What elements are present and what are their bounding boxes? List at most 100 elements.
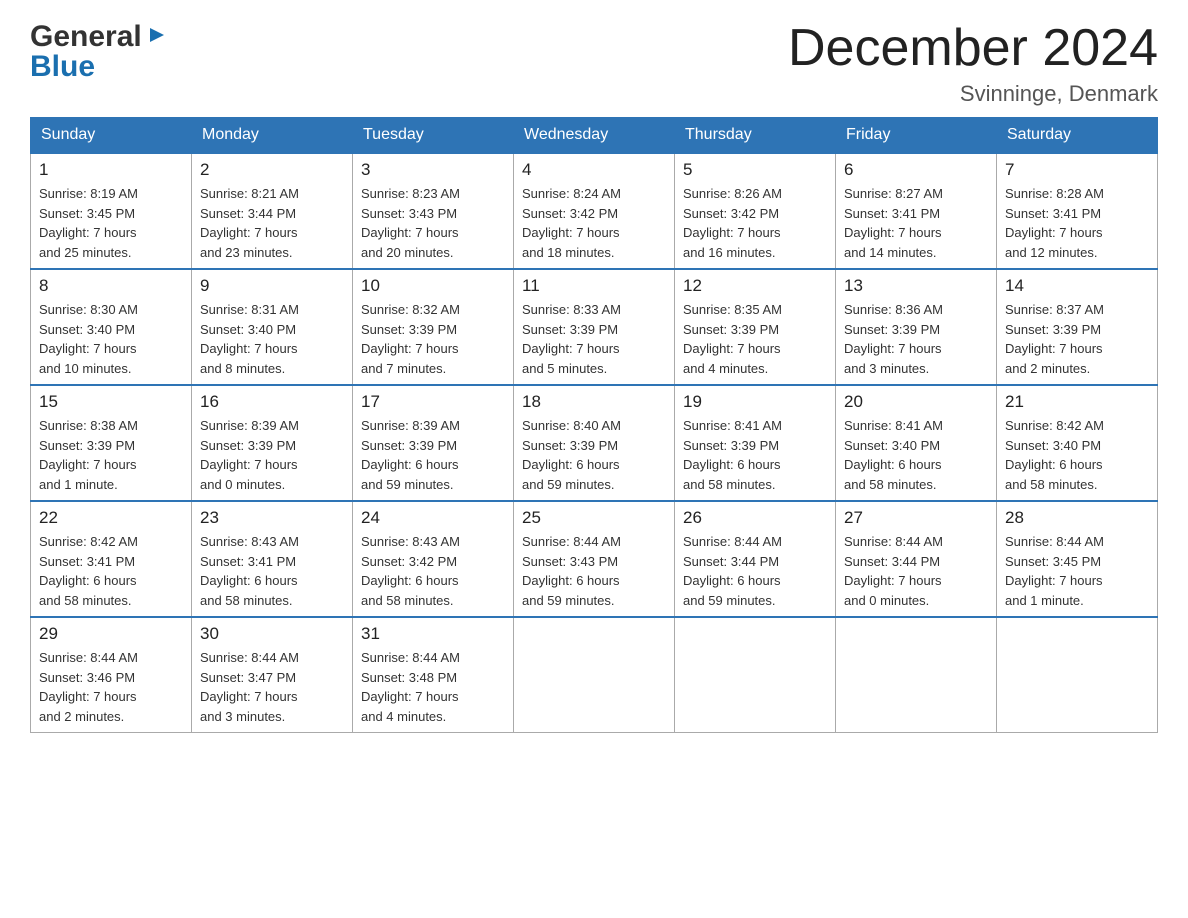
- day-number: 28: [1005, 508, 1149, 528]
- day-info: Sunrise: 8:21 AM Sunset: 3:44 PM Dayligh…: [200, 184, 344, 262]
- logo: General Blue: [30, 20, 166, 84]
- day-number: 20: [844, 392, 988, 412]
- week-row-3: 15 Sunrise: 8:38 AM Sunset: 3:39 PM Dayl…: [31, 385, 1158, 501]
- day-info: Sunrise: 8:23 AM Sunset: 3:43 PM Dayligh…: [361, 184, 505, 262]
- day-number: 24: [361, 508, 505, 528]
- calendar-cell: 23 Sunrise: 8:43 AM Sunset: 3:41 PM Dayl…: [192, 501, 353, 617]
- calendar-cell: 26 Sunrise: 8:44 AM Sunset: 3:44 PM Dayl…: [675, 501, 836, 617]
- day-number: 15: [39, 392, 183, 412]
- weekday-header-row: Sunday Monday Tuesday Wednesday Thursday…: [31, 118, 1158, 154]
- day-number: 23: [200, 508, 344, 528]
- header-tuesday: Tuesday: [353, 118, 514, 154]
- day-info: Sunrise: 8:32 AM Sunset: 3:39 PM Dayligh…: [361, 300, 505, 378]
- calendar-cell: 18 Sunrise: 8:40 AM Sunset: 3:39 PM Dayl…: [514, 385, 675, 501]
- day-info: Sunrise: 8:37 AM Sunset: 3:39 PM Dayligh…: [1005, 300, 1149, 378]
- day-number: 2: [200, 160, 344, 180]
- day-number: 18: [522, 392, 666, 412]
- calendar-cell: 19 Sunrise: 8:41 AM Sunset: 3:39 PM Dayl…: [675, 385, 836, 501]
- calendar-cell: 12 Sunrise: 8:35 AM Sunset: 3:39 PM Dayl…: [675, 269, 836, 385]
- week-row-4: 22 Sunrise: 8:42 AM Sunset: 3:41 PM Dayl…: [31, 501, 1158, 617]
- header-thursday: Thursday: [675, 118, 836, 154]
- day-number: 7: [1005, 160, 1149, 180]
- day-info: Sunrise: 8:24 AM Sunset: 3:42 PM Dayligh…: [522, 184, 666, 262]
- day-info: Sunrise: 8:38 AM Sunset: 3:39 PM Dayligh…: [39, 416, 183, 494]
- day-info: Sunrise: 8:28 AM Sunset: 3:41 PM Dayligh…: [1005, 184, 1149, 262]
- calendar-cell: 21 Sunrise: 8:42 AM Sunset: 3:40 PM Dayl…: [997, 385, 1158, 501]
- calendar-cell: [514, 617, 675, 733]
- header-monday: Monday: [192, 118, 353, 154]
- calendar-cell: 17 Sunrise: 8:39 AM Sunset: 3:39 PM Dayl…: [353, 385, 514, 501]
- calendar-cell: 28 Sunrise: 8:44 AM Sunset: 3:45 PM Dayl…: [997, 501, 1158, 617]
- day-info: Sunrise: 8:44 AM Sunset: 3:44 PM Dayligh…: [683, 532, 827, 610]
- day-info: Sunrise: 8:41 AM Sunset: 3:40 PM Dayligh…: [844, 416, 988, 494]
- calendar-title: December 2024: [788, 20, 1158, 77]
- day-info: Sunrise: 8:44 AM Sunset: 3:45 PM Dayligh…: [1005, 532, 1149, 610]
- calendar-cell: 4 Sunrise: 8:24 AM Sunset: 3:42 PM Dayli…: [514, 153, 675, 269]
- calendar-cell: 25 Sunrise: 8:44 AM Sunset: 3:43 PM Dayl…: [514, 501, 675, 617]
- calendar-cell: 27 Sunrise: 8:44 AM Sunset: 3:44 PM Dayl…: [836, 501, 997, 617]
- calendar-cell: [997, 617, 1158, 733]
- day-info: Sunrise: 8:42 AM Sunset: 3:41 PM Dayligh…: [39, 532, 183, 610]
- day-info: Sunrise: 8:43 AM Sunset: 3:42 PM Dayligh…: [361, 532, 505, 610]
- day-info: Sunrise: 8:30 AM Sunset: 3:40 PM Dayligh…: [39, 300, 183, 378]
- day-number: 9: [200, 276, 344, 296]
- day-number: 1: [39, 160, 183, 180]
- day-number: 27: [844, 508, 988, 528]
- header-wednesday: Wednesday: [514, 118, 675, 154]
- day-info: Sunrise: 8:39 AM Sunset: 3:39 PM Dayligh…: [361, 416, 505, 494]
- calendar-cell: 13 Sunrise: 8:36 AM Sunset: 3:39 PM Dayl…: [836, 269, 997, 385]
- calendar-cell: 14 Sunrise: 8:37 AM Sunset: 3:39 PM Dayl…: [997, 269, 1158, 385]
- day-info: Sunrise: 8:44 AM Sunset: 3:47 PM Dayligh…: [200, 648, 344, 726]
- day-number: 4: [522, 160, 666, 180]
- day-number: 17: [361, 392, 505, 412]
- day-info: Sunrise: 8:44 AM Sunset: 3:43 PM Dayligh…: [522, 532, 666, 610]
- day-number: 30: [200, 624, 344, 644]
- header-friday: Friday: [836, 118, 997, 154]
- day-info: Sunrise: 8:44 AM Sunset: 3:48 PM Dayligh…: [361, 648, 505, 726]
- day-info: Sunrise: 8:19 AM Sunset: 3:45 PM Dayligh…: [39, 184, 183, 262]
- logo-blue-text: Blue: [30, 50, 95, 84]
- day-number: 26: [683, 508, 827, 528]
- day-info: Sunrise: 8:44 AM Sunset: 3:44 PM Dayligh…: [844, 532, 988, 610]
- calendar-cell: 16 Sunrise: 8:39 AM Sunset: 3:39 PM Dayl…: [192, 385, 353, 501]
- calendar-cell: 7 Sunrise: 8:28 AM Sunset: 3:41 PM Dayli…: [997, 153, 1158, 269]
- calendar-cell: 24 Sunrise: 8:43 AM Sunset: 3:42 PM Dayl…: [353, 501, 514, 617]
- title-section: December 2024 Svinninge, Denmark: [788, 20, 1158, 107]
- calendar-cell: 3 Sunrise: 8:23 AM Sunset: 3:43 PM Dayli…: [353, 153, 514, 269]
- day-info: Sunrise: 8:40 AM Sunset: 3:39 PM Dayligh…: [522, 416, 666, 494]
- header-saturday: Saturday: [997, 118, 1158, 154]
- day-info: Sunrise: 8:26 AM Sunset: 3:42 PM Dayligh…: [683, 184, 827, 262]
- calendar-cell: 2 Sunrise: 8:21 AM Sunset: 3:44 PM Dayli…: [192, 153, 353, 269]
- day-info: Sunrise: 8:27 AM Sunset: 3:41 PM Dayligh…: [844, 184, 988, 262]
- day-number: 21: [1005, 392, 1149, 412]
- day-number: 13: [844, 276, 988, 296]
- calendar-cell: 22 Sunrise: 8:42 AM Sunset: 3:41 PM Dayl…: [31, 501, 192, 617]
- day-info: Sunrise: 8:43 AM Sunset: 3:41 PM Dayligh…: [200, 532, 344, 610]
- day-info: Sunrise: 8:33 AM Sunset: 3:39 PM Dayligh…: [522, 300, 666, 378]
- calendar-cell: 5 Sunrise: 8:26 AM Sunset: 3:42 PM Dayli…: [675, 153, 836, 269]
- logo-general-text: General: [30, 20, 142, 54]
- day-number: 11: [522, 276, 666, 296]
- calendar-cell: 29 Sunrise: 8:44 AM Sunset: 3:46 PM Dayl…: [31, 617, 192, 733]
- day-number: 3: [361, 160, 505, 180]
- calendar-cell: 1 Sunrise: 8:19 AM Sunset: 3:45 PM Dayli…: [31, 153, 192, 269]
- day-number: 25: [522, 508, 666, 528]
- day-info: Sunrise: 8:39 AM Sunset: 3:39 PM Dayligh…: [200, 416, 344, 494]
- day-info: Sunrise: 8:44 AM Sunset: 3:46 PM Dayligh…: [39, 648, 183, 726]
- week-row-1: 1 Sunrise: 8:19 AM Sunset: 3:45 PM Dayli…: [31, 153, 1158, 269]
- calendar-cell: 9 Sunrise: 8:31 AM Sunset: 3:40 PM Dayli…: [192, 269, 353, 385]
- calendar-cell: 20 Sunrise: 8:41 AM Sunset: 3:40 PM Dayl…: [836, 385, 997, 501]
- calendar-cell: 6 Sunrise: 8:27 AM Sunset: 3:41 PM Dayli…: [836, 153, 997, 269]
- day-number: 29: [39, 624, 183, 644]
- calendar-subtitle: Svinninge, Denmark: [788, 81, 1158, 107]
- day-number: 5: [683, 160, 827, 180]
- day-number: 19: [683, 392, 827, 412]
- day-number: 16: [200, 392, 344, 412]
- day-number: 31: [361, 624, 505, 644]
- week-row-5: 29 Sunrise: 8:44 AM Sunset: 3:46 PM Dayl…: [31, 617, 1158, 733]
- day-number: 8: [39, 276, 183, 296]
- calendar-cell: [675, 617, 836, 733]
- calendar-cell: 10 Sunrise: 8:32 AM Sunset: 3:39 PM Dayl…: [353, 269, 514, 385]
- day-info: Sunrise: 8:42 AM Sunset: 3:40 PM Dayligh…: [1005, 416, 1149, 494]
- calendar-cell: 15 Sunrise: 8:38 AM Sunset: 3:39 PM Dayl…: [31, 385, 192, 501]
